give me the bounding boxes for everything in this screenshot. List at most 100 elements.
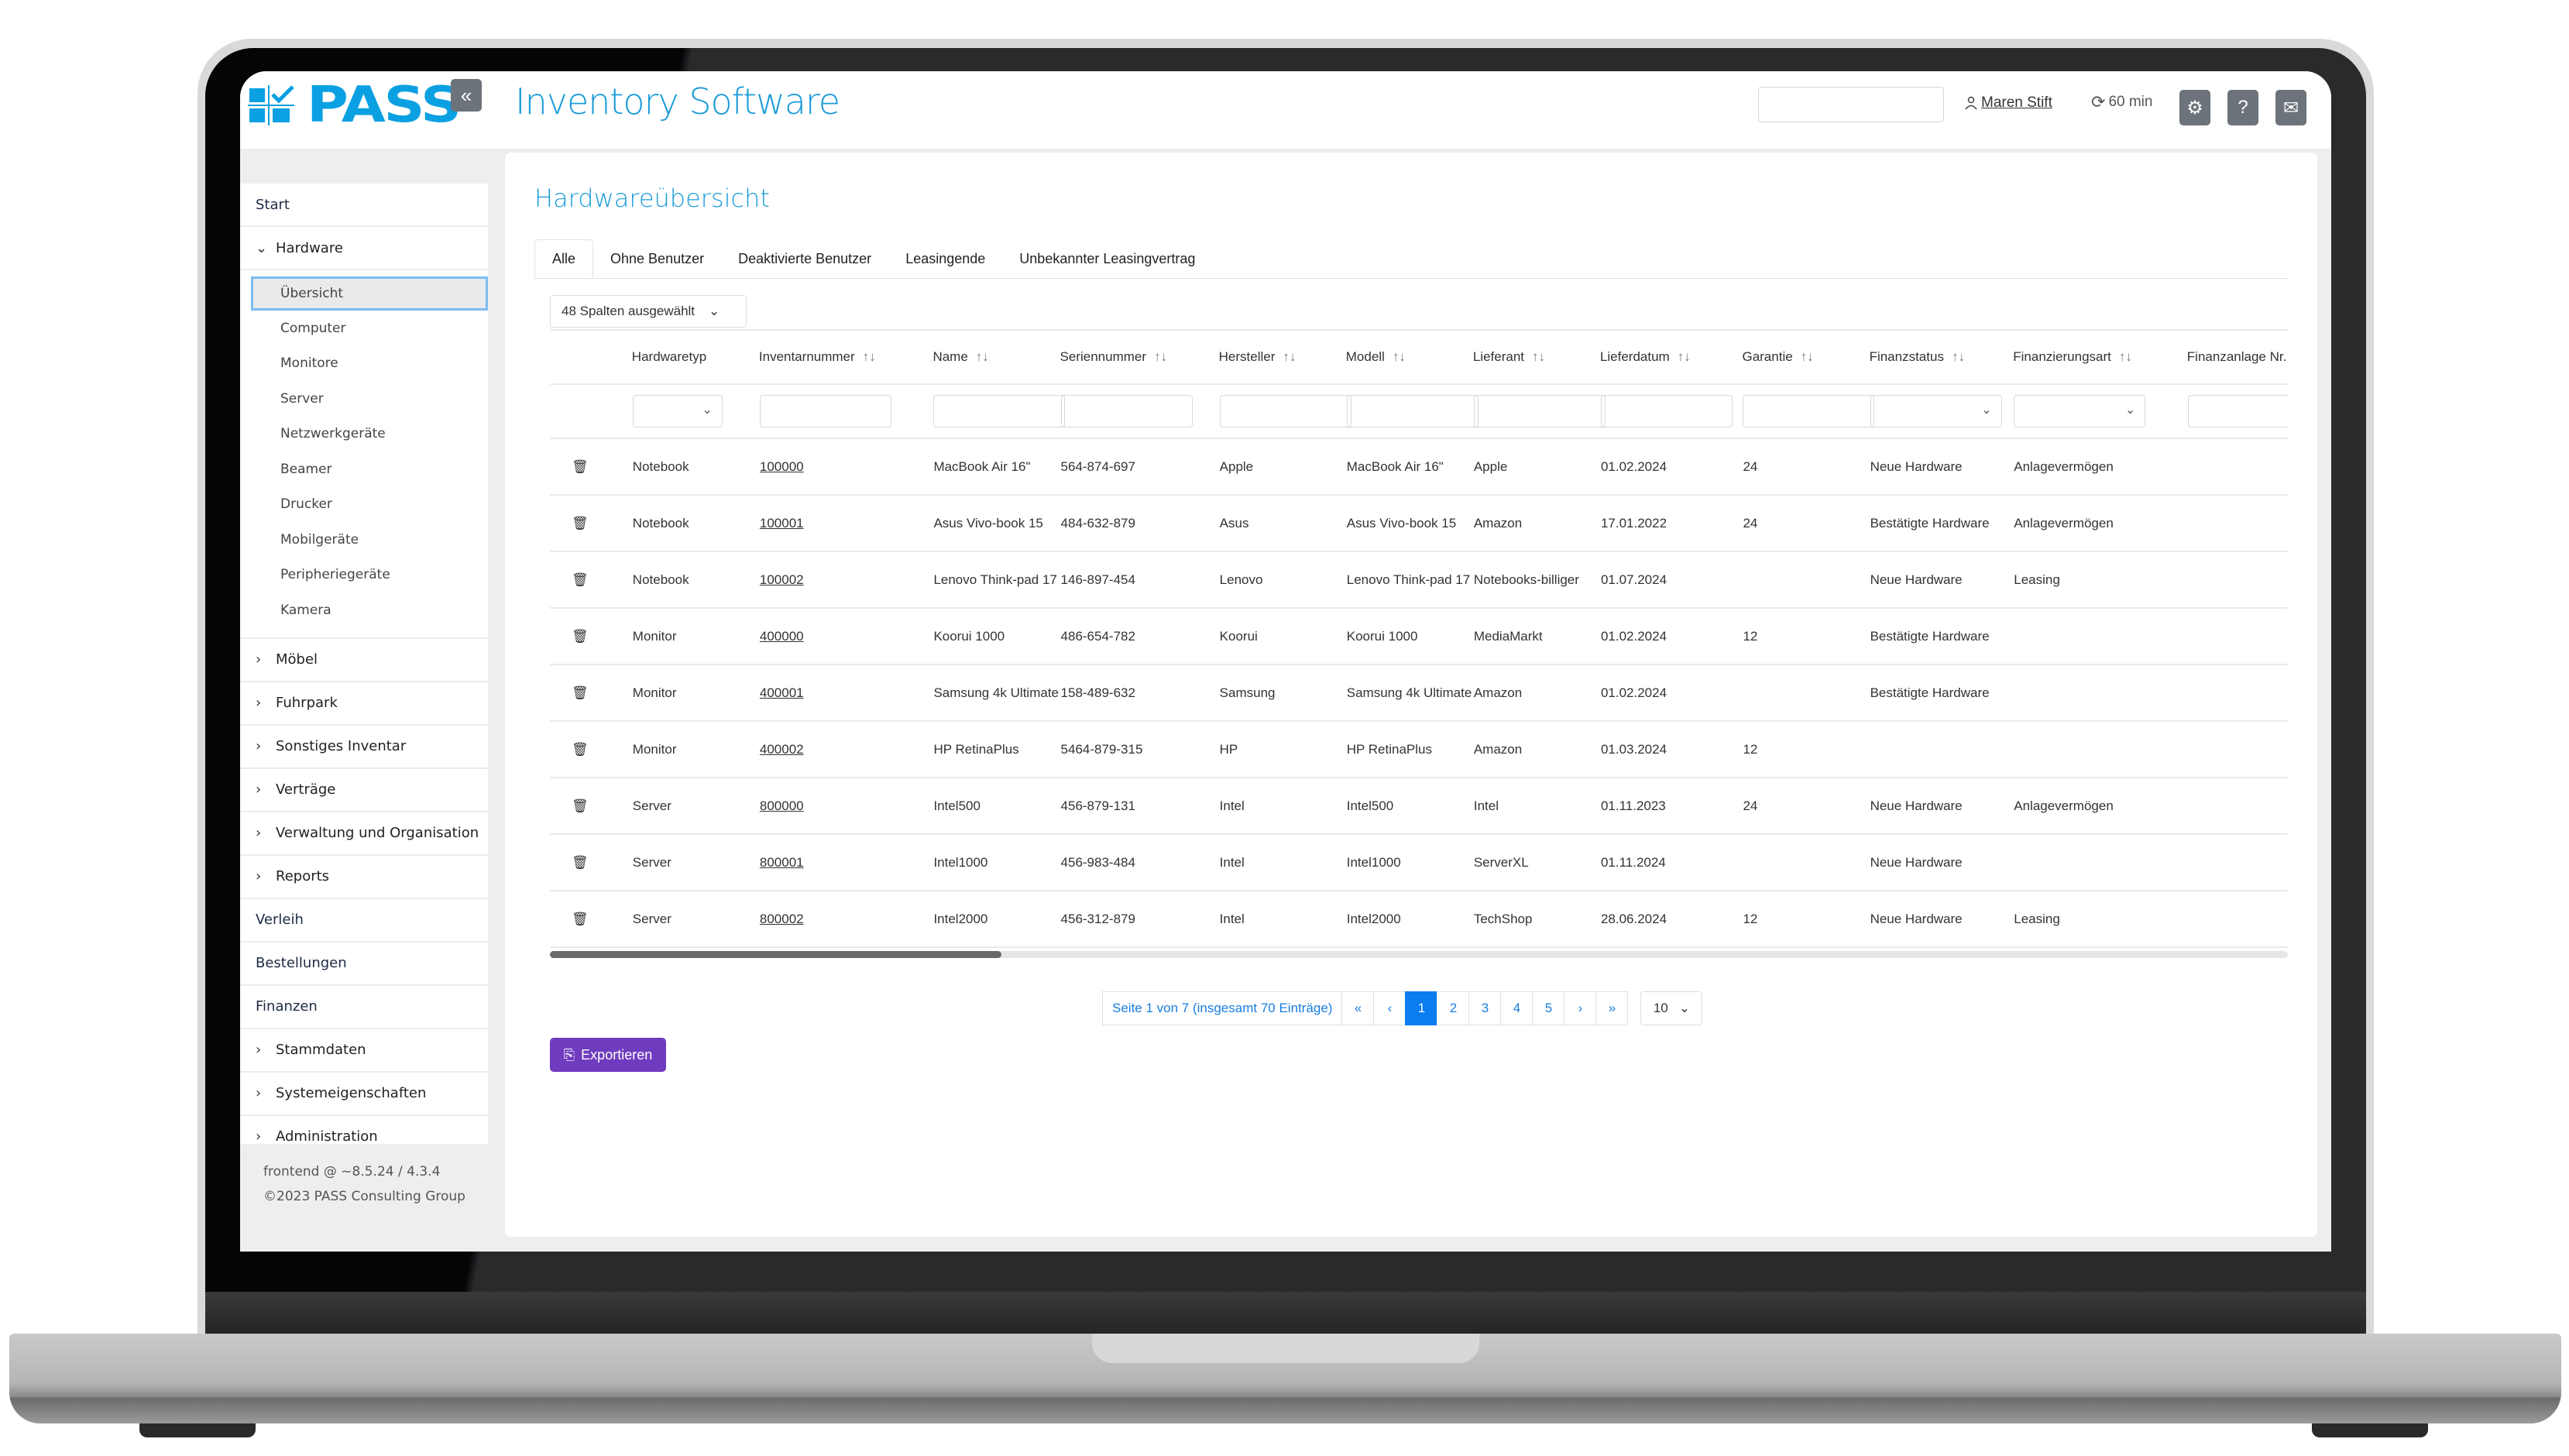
- sidebar-subitem[interactable]: Drucker: [240, 487, 488, 523]
- sidebar-subitem[interactable]: Kamera: [240, 592, 488, 628]
- page-number-button[interactable]: 2: [1437, 991, 1470, 1025]
- sidebar-item-möbel[interactable]: › Möbel: [240, 639, 488, 682]
- sidebar-item-fuhrpark[interactable]: › Fuhrpark: [240, 682, 488, 726]
- cell-inv[interactable]: 800001: [758, 834, 933, 891]
- scrollbar-thumb[interactable]: [550, 951, 1002, 958]
- sort-icon[interactable]: ↑↓: [1393, 349, 1406, 364]
- column-header[interactable]: Garantie ↑↓: [1742, 329, 1870, 385]
- sort-icon[interactable]: ↑↓: [863, 349, 876, 364]
- prev-page-button[interactable]: ‹: [1373, 991, 1406, 1025]
- sidebar-subitem[interactable]: Peripheriegeräte: [240, 558, 488, 593]
- column-filter-input[interactable]: [1600, 395, 1733, 428]
- sidebar-subitem[interactable]: Server: [240, 381, 488, 417]
- sort-icon[interactable]: ↑↓: [1283, 349, 1296, 364]
- sidebar-item-reports[interactable]: › Reports: [240, 856, 488, 899]
- sidebar-item-bestellungen[interactable]: Bestellungen: [240, 943, 488, 986]
- cell-inv[interactable]: 800000: [758, 778, 933, 835]
- column-filter-input[interactable]: [1346, 395, 1479, 428]
- sort-icon[interactable]: ↑↓: [2119, 349, 2132, 364]
- column-filter-input[interactable]: [1743, 395, 1875, 428]
- sort-icon[interactable]: ↑↓: [1154, 349, 1167, 364]
- pass-logo[interactable]: PASS: [248, 77, 462, 134]
- page-number-button[interactable]: 4: [1500, 991, 1534, 1025]
- sidebar-item-administration[interactable]: › Administration: [240, 1116, 488, 1159]
- sort-icon[interactable]: ↑↓: [1952, 349, 1965, 364]
- column-filter-input[interactable]: [933, 395, 1066, 428]
- column-header[interactable]: Inventarnummer ↑↓: [758, 329, 933, 385]
- sidebar-subitem[interactable]: Beamer: [240, 452, 488, 487]
- page-number-button[interactable]: 5: [1532, 991, 1565, 1025]
- sidebar-collapse-button[interactable]: «: [451, 79, 482, 112]
- tab[interactable]: Deaktivierte Benutzer: [721, 239, 888, 278]
- tab[interactable]: Ohne Benutzer: [593, 239, 721, 278]
- sidebar-item-finanzen[interactable]: Finanzen: [240, 986, 488, 1029]
- trash-icon[interactable]: 🗑: [550, 495, 632, 552]
- header-search-input[interactable]: [1758, 87, 1944, 122]
- next-page-button[interactable]: ›: [1564, 991, 1597, 1025]
- sidebar-item-systemeigenschaften[interactable]: › Systemeigenschaften: [240, 1073, 488, 1116]
- sort-icon[interactable]: ↑↓: [1678, 349, 1691, 364]
- sidebar-subitem[interactable]: Monitore: [240, 346, 488, 382]
- sort-icon[interactable]: ↑↓: [1532, 349, 1545, 364]
- column-filter-select[interactable]: ⌄: [2014, 395, 2146, 428]
- column-header[interactable]: Name ↑↓: [932, 329, 1060, 385]
- messages-button[interactable]: ✉: [2275, 90, 2306, 125]
- sort-icon[interactable]: ↑↓: [976, 349, 989, 364]
- trash-icon[interactable]: 🗑: [550, 891, 632, 948]
- settings-button[interactable]: ⚙: [2179, 90, 2210, 125]
- sidebar-subitem[interactable]: Mobilgeräte: [240, 522, 488, 558]
- sidebar-subitem[interactable]: Übersicht: [251, 276, 488, 311]
- sidebar-item-hardware[interactable]: ⌄ Hardware: [240, 227, 488, 270]
- cell-inv[interactable]: 800002: [758, 891, 933, 948]
- cell-inv[interactable]: 400001: [758, 664, 933, 722]
- trash-icon[interactable]: 🗑: [550, 778, 632, 835]
- cell-inv[interactable]: 400002: [758, 721, 933, 778]
- cell-inv[interactable]: 100000: [758, 438, 933, 496]
- horizontal-scrollbar[interactable]: [550, 951, 2288, 958]
- column-header[interactable]: Lieferdatum ↑↓: [1599, 329, 1743, 385]
- column-filter-input[interactable]: [2187, 395, 2288, 428]
- column-header[interactable]: Finanzierungsart ↑↓: [2013, 329, 2187, 385]
- export-button[interactable]: ⎘ Exportieren: [550, 1038, 666, 1072]
- trash-icon[interactable]: 🗑: [550, 608, 632, 665]
- page-size-select[interactable]: 10 ⌄: [1640, 991, 1703, 1025]
- cell-inv[interactable]: 100002: [758, 551, 933, 609]
- sidebar-item-stammdaten[interactable]: › Stammdaten: [240, 1029, 488, 1073]
- sidebar-item-verträge[interactable]: › Verträge: [240, 769, 488, 812]
- trash-icon[interactable]: 🗑: [550, 721, 632, 778]
- column-header[interactable]: Finanzanlage Nr.↑↓: [2186, 329, 2288, 385]
- trash-icon[interactable]: 🗑: [550, 551, 632, 609]
- tab[interactable]: Leasingende: [888, 239, 1002, 278]
- trash-icon[interactable]: 🗑: [550, 664, 632, 722]
- help-button[interactable]: ?: [2227, 90, 2258, 125]
- column-header[interactable]: Hersteller ↑↓: [1218, 329, 1346, 385]
- sidebar-item-sonstiges-inventar[interactable]: › Sonstiges Inventar: [240, 726, 488, 769]
- cell-inv[interactable]: 100001: [758, 495, 933, 552]
- tab[interactable]: Unbekannter Leasingvertrag: [1002, 239, 1212, 278]
- column-header[interactable]: Lieferant ↑↓: [1472, 329, 1600, 385]
- tab[interactable]: Alle: [534, 239, 594, 278]
- cell-inv[interactable]: 400000: [758, 608, 933, 665]
- column-filter-input[interactable]: [1473, 395, 1606, 428]
- sidebar-item-verwaltung-und-organisation[interactable]: › Verwaltung und Organisation: [240, 812, 488, 856]
- trash-icon[interactable]: 🗑: [550, 834, 632, 891]
- user-profile-link[interactable]: Maren Stift: [1964, 94, 2052, 112]
- column-filter-input[interactable]: [1219, 395, 1351, 428]
- trash-icon[interactable]: 🗑: [550, 438, 632, 496]
- sort-icon[interactable]: ↑↓: [1801, 349, 1814, 364]
- column-header[interactable]: Finanzstatus ↑↓: [1869, 329, 2014, 385]
- last-page-button[interactable]: »: [1595, 991, 1629, 1025]
- column-filter-input[interactable]: [1060, 395, 1193, 428]
- sidebar-subitem[interactable]: Computer: [240, 311, 488, 346]
- column-filter-input[interactable]: [759, 395, 891, 428]
- sidebar-item-verleih[interactable]: Verleih: [240, 899, 488, 943]
- column-filter-select[interactable]: ⌄: [1870, 395, 2002, 428]
- sidebar-subitem[interactable]: Netzwerkgeräte: [240, 417, 488, 452]
- page-number-button[interactable]: 3: [1468, 991, 1502, 1025]
- column-header[interactable]: Seriennummer ↑↓: [1060, 329, 1219, 385]
- column-filter-select[interactable]: ⌄: [632, 395, 723, 428]
- column-selector[interactable]: 48 Spalten ausgewählt ⌄: [550, 295, 747, 328]
- page-number-button[interactable]: 1: [1405, 991, 1438, 1025]
- sidebar-item-start[interactable]: Start: [240, 184, 488, 227]
- column-header[interactable]: Modell ↑↓: [1345, 329, 1473, 385]
